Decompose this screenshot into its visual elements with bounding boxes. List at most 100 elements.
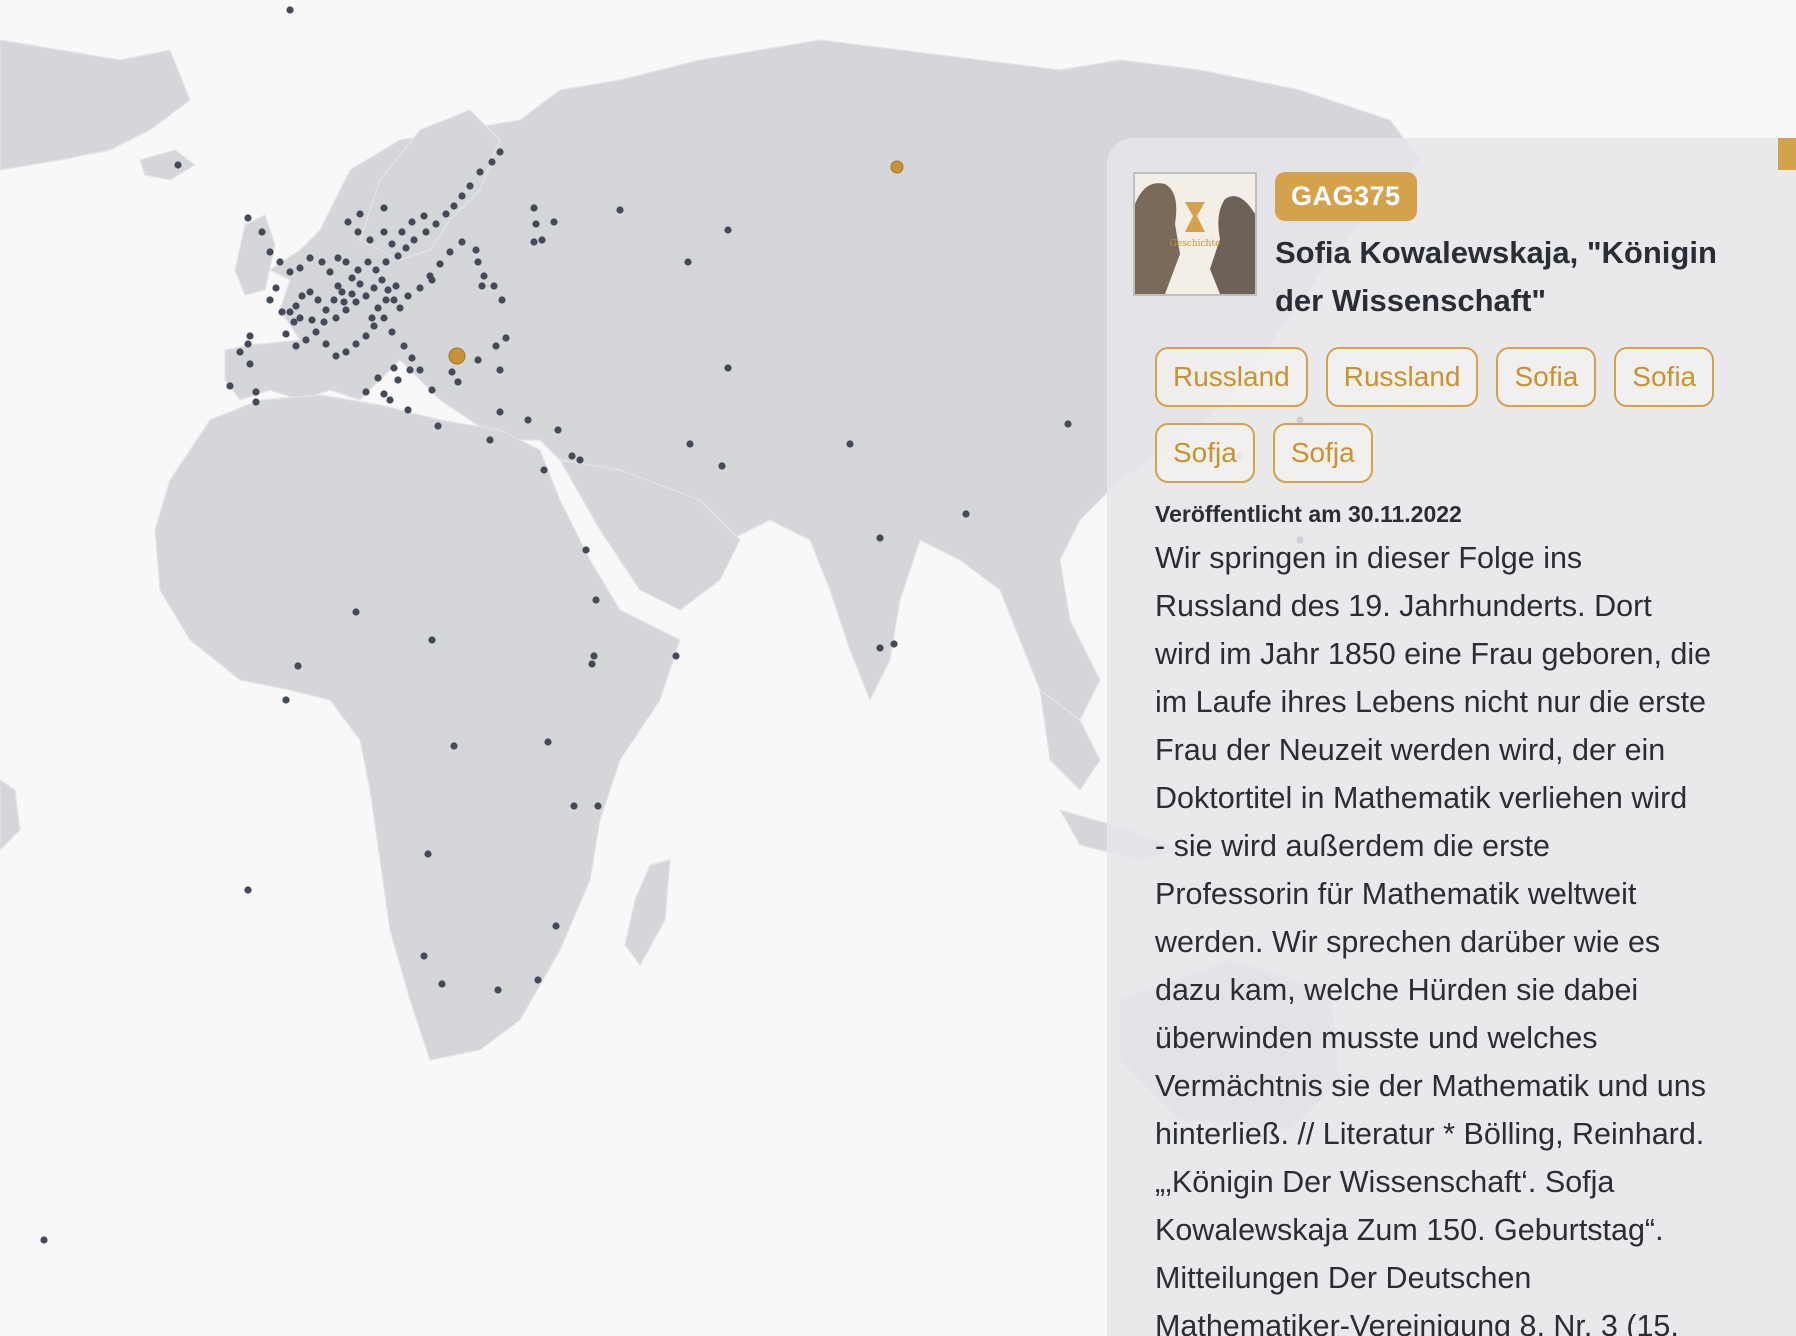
episode-marker[interactable] (466, 182, 474, 190)
episode-marker[interactable] (420, 952, 428, 960)
episode-marker[interactable] (478, 282, 486, 290)
episode-marker[interactable] (724, 364, 732, 372)
episode-marker[interactable] (236, 348, 244, 356)
episode-marker[interactable] (394, 376, 402, 384)
episode-marker[interactable] (538, 236, 546, 244)
episode-marker[interactable] (332, 352, 340, 360)
episode-marker[interactable] (272, 284, 280, 292)
episode-marker[interactable] (382, 296, 390, 304)
episode-marker[interactable] (544, 738, 552, 746)
episode-marker[interactable] (348, 274, 356, 282)
episode-marker[interactable] (296, 264, 304, 272)
episode-marker[interactable] (246, 360, 254, 368)
episode-marker[interactable] (296, 314, 304, 322)
episode-marker[interactable] (348, 290, 356, 298)
tag-sofja[interactable]: Sofja (1155, 423, 1255, 483)
episode-marker[interactable] (532, 220, 540, 228)
episode-marker[interactable] (298, 292, 306, 300)
episode-marker[interactable] (282, 330, 290, 338)
episode-marker[interactable] (480, 272, 488, 280)
episode-marker[interactable] (588, 660, 596, 668)
episode-marker[interactable] (368, 314, 376, 322)
episode-marker[interactable] (400, 342, 408, 350)
episode-marker[interactable] (366, 236, 374, 244)
episode-marker[interactable] (592, 596, 600, 604)
episode-marker[interactable] (398, 228, 406, 236)
episode-marker[interactable] (314, 296, 322, 304)
episode-marker[interactable] (450, 742, 458, 750)
episode-marker[interactable] (340, 298, 348, 306)
episode-marker[interactable] (594, 802, 602, 810)
episode-marker[interactable] (322, 340, 330, 348)
episode-marker[interactable] (380, 390, 388, 398)
episode-marker[interactable] (428, 386, 436, 394)
episode-marker[interactable] (408, 218, 416, 226)
episode-marker[interactable] (334, 282, 342, 290)
episode-marker[interactable] (552, 922, 560, 930)
episode-marker[interactable] (488, 158, 496, 166)
episode-marker[interactable] (576, 456, 584, 464)
episode-marker[interactable] (446, 248, 454, 256)
episode-marker[interactable] (266, 248, 274, 256)
tag-sofia[interactable]: Sofia (1614, 347, 1715, 407)
episode-marker[interactable] (492, 342, 500, 350)
episode-marker[interactable] (724, 226, 732, 234)
episode-marker[interactable] (342, 348, 350, 356)
episode-marker[interactable] (404, 406, 412, 414)
episode-marker[interactable] (684, 258, 692, 266)
marker-sofia[interactable] (448, 347, 466, 365)
episode-marker[interactable] (672, 652, 680, 660)
episode-marker[interactable] (246, 332, 254, 340)
episode-marker[interactable] (342, 306, 350, 314)
episode-marker[interactable] (292, 302, 300, 310)
episode-marker[interactable] (372, 266, 380, 274)
episode-marker[interactable] (530, 204, 538, 212)
episode-marker[interactable] (302, 336, 310, 344)
episode-marker[interactable] (390, 296, 398, 304)
episode-marker[interactable] (370, 284, 378, 292)
episode-marker[interactable] (320, 318, 328, 326)
episode-marker[interactable] (356, 280, 364, 288)
tag-sofia[interactable]: Sofia (1496, 347, 1597, 407)
episode-marker[interactable] (410, 236, 418, 244)
episode-marker[interactable] (404, 292, 412, 300)
episode-marker[interactable] (266, 296, 274, 304)
episode-marker[interactable] (352, 298, 360, 306)
episode-marker[interactable] (392, 282, 400, 290)
episode-marker[interactable] (380, 228, 388, 236)
episode-marker[interactable] (364, 258, 372, 266)
episode-marker[interactable] (434, 422, 442, 430)
tag-russland[interactable]: Russland (1325, 347, 1479, 407)
episode-marker[interactable] (962, 510, 970, 518)
episode-marker[interactable] (502, 334, 510, 342)
episode-marker[interactable] (318, 258, 326, 266)
scrollbar-thumb[interactable] (1778, 138, 1796, 170)
episode-marker[interactable] (226, 382, 234, 390)
marker-russland[interactable] (890, 160, 904, 174)
episode-marker[interactable] (570, 802, 578, 810)
episode-marker[interactable] (388, 240, 396, 248)
episode-marker[interactable] (454, 378, 462, 386)
episode-marker[interactable] (876, 644, 884, 652)
episode-marker[interactable] (550, 218, 558, 226)
episode-marker[interactable] (496, 148, 504, 156)
episode-marker[interactable] (374, 304, 382, 312)
episode-marker[interactable] (474, 258, 482, 266)
episode-marker[interactable] (282, 696, 290, 704)
episode-marker[interactable] (332, 314, 340, 322)
episode-marker[interactable] (474, 356, 482, 364)
episode-marker[interactable] (326, 268, 334, 276)
episode-marker[interactable] (406, 366, 414, 374)
episode-marker[interactable] (1064, 420, 1072, 428)
episode-marker[interactable] (252, 398, 260, 406)
episode-marker[interactable] (352, 608, 360, 616)
episode-marker[interactable] (386, 396, 394, 404)
episode-marker[interactable] (416, 284, 424, 292)
episode-marker[interactable] (494, 986, 502, 994)
episode-marker[interactable] (380, 314, 388, 322)
episode-marker[interactable] (354, 228, 362, 236)
episode-marker[interactable] (530, 238, 538, 246)
episode-marker[interactable] (496, 408, 504, 416)
episode-marker[interactable] (486, 436, 494, 444)
episode-marker[interactable] (362, 292, 370, 300)
